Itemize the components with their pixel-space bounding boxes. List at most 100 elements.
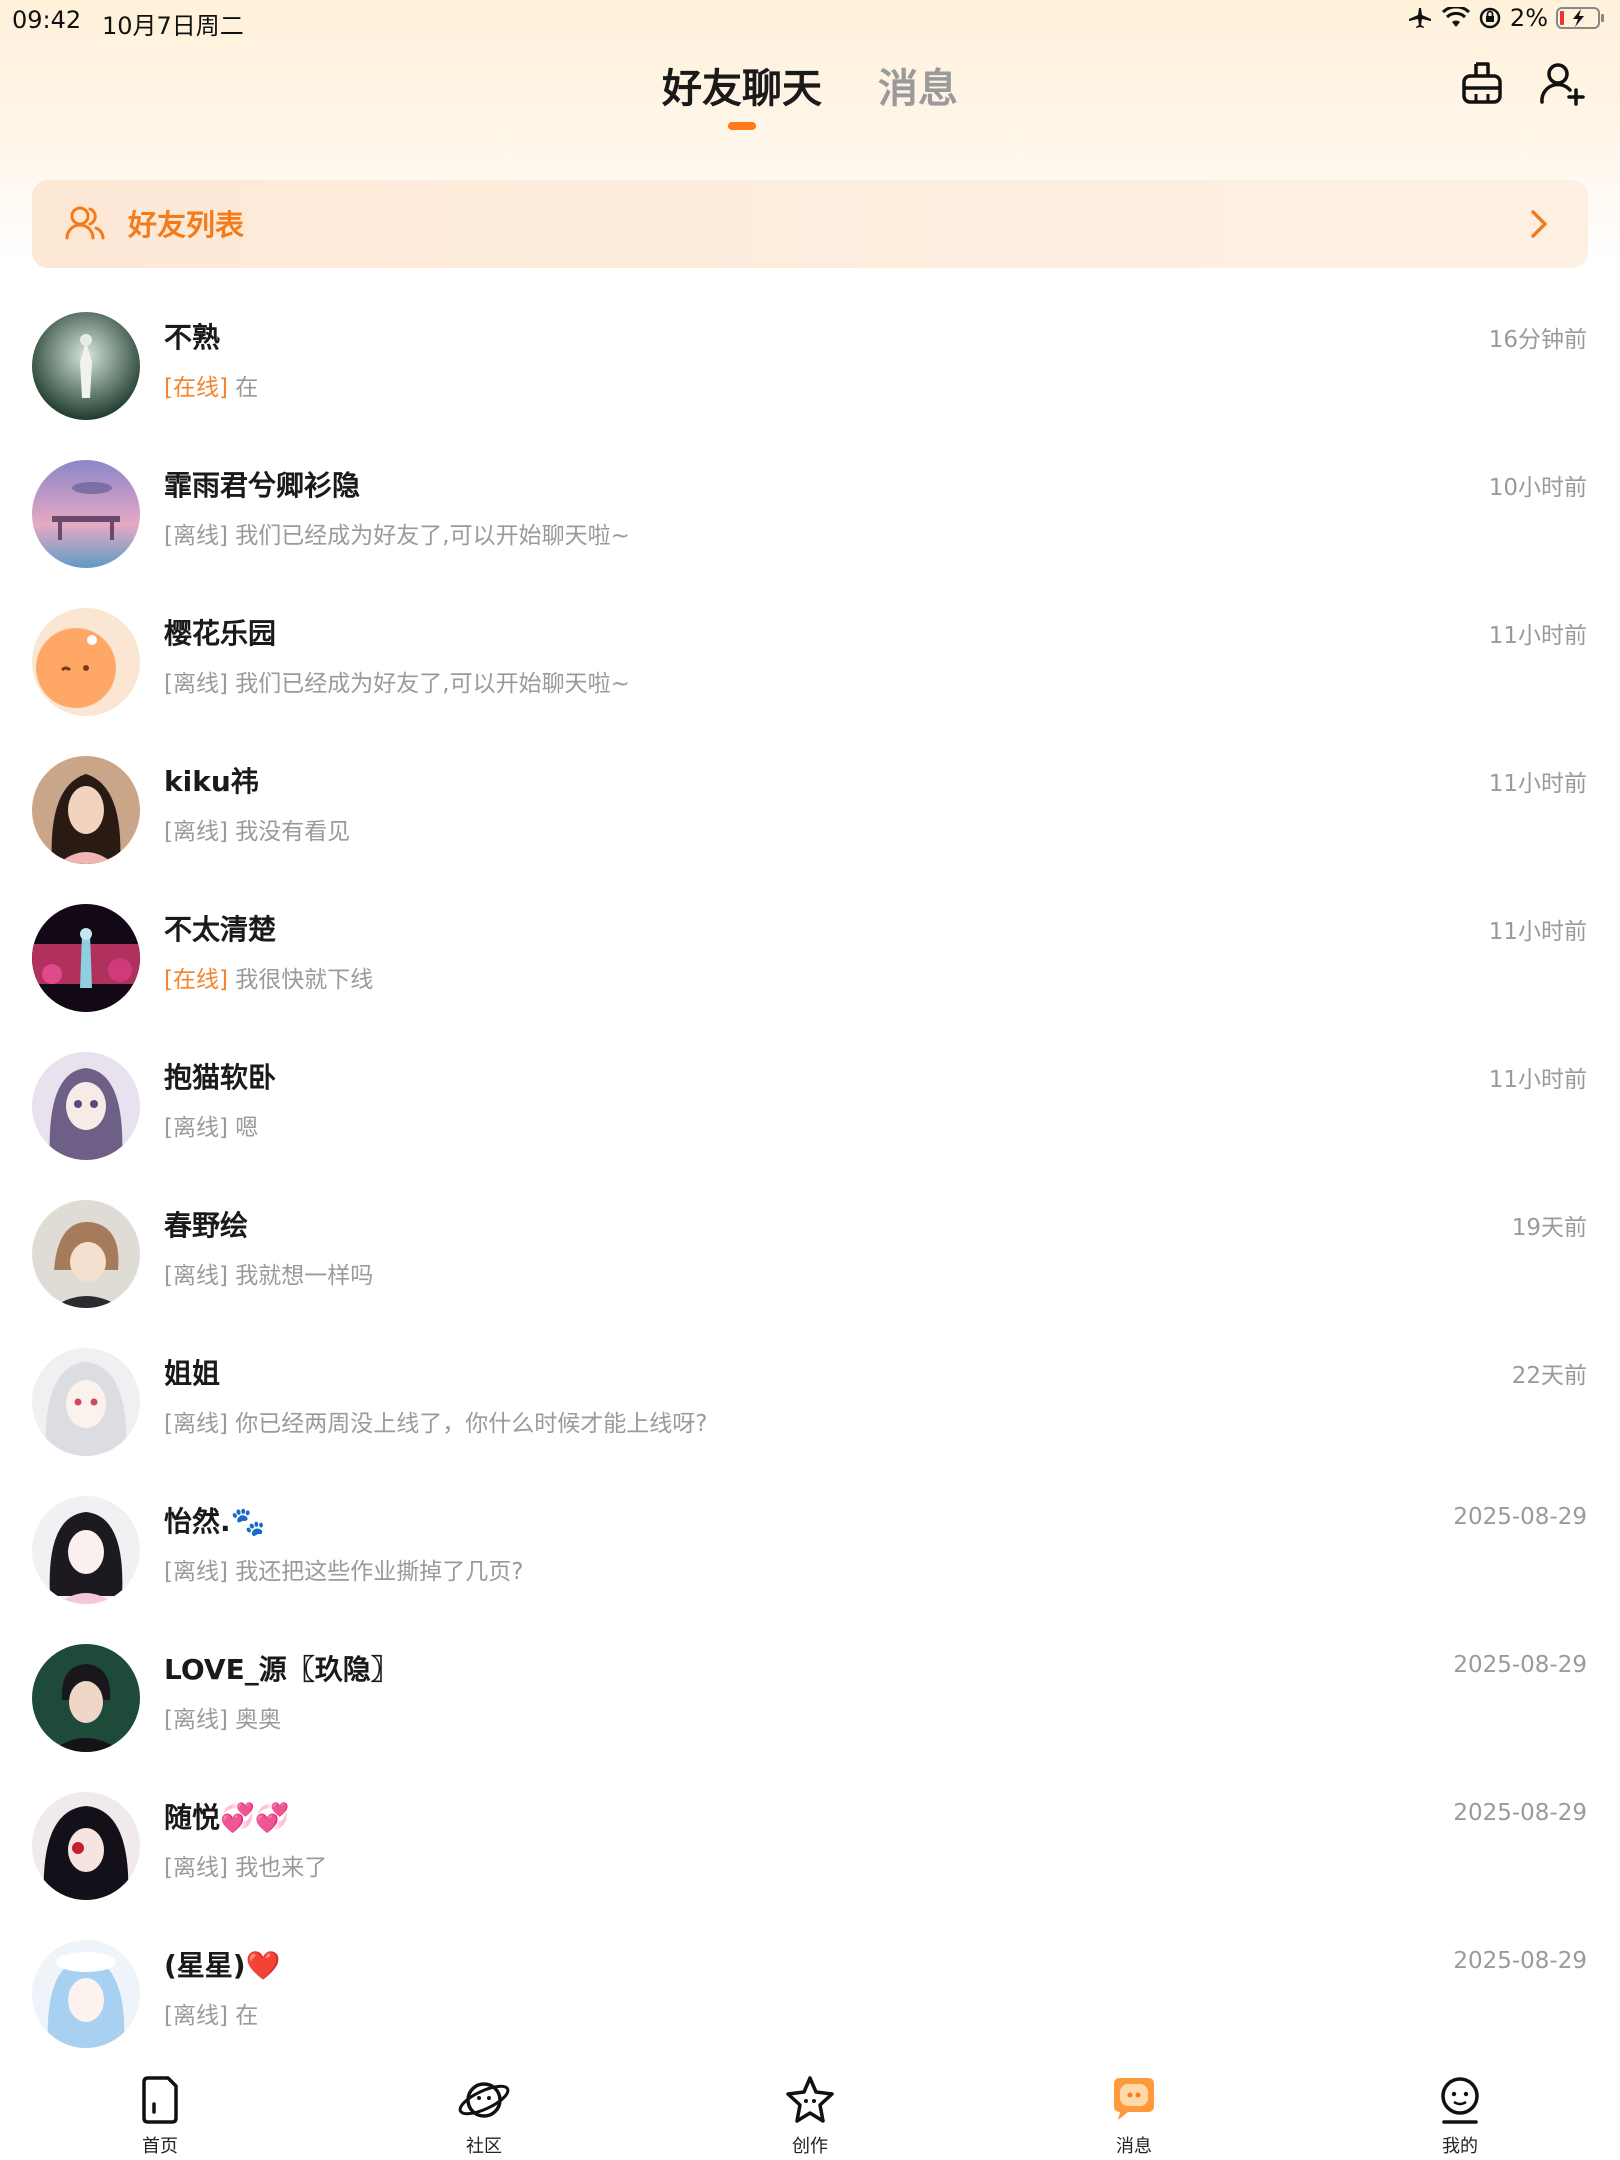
battery-percent: 2% <box>1509 4 1548 32</box>
chat-item[interactable]: 春野绘 19天前 [离线] 我就想一样吗 <box>0 1188 1620 1336</box>
chat-preview: [在线] 在 <box>164 368 258 402</box>
online-status: [在线] <box>164 375 228 401</box>
star-create-icon <box>786 2076 834 2123</box>
chat-preview: [在线] 我很快就下线 <box>164 960 373 994</box>
chat-time: 2025-08-29 <box>1453 1504 1587 1530</box>
friend-list-button[interactable]: 好友列表 <box>32 180 1588 268</box>
chat-name: 春野绘 <box>164 1209 249 1242</box>
offline-status: [离线] <box>164 1855 228 1881</box>
chat-time: 11小时前 <box>1488 919 1587 945</box>
chat-preview: [离线] 我们已经成为好友了,可以开始聊天啦~ <box>164 664 630 698</box>
avatar[interactable] <box>32 1348 140 1456</box>
planet-icon <box>458 2082 510 2118</box>
chat-item[interactable]: (星星)❤️ 2025-08-29 [离线] 在 <box>0 1928 1620 2076</box>
chat-name: 不太清楚 <box>164 913 277 946</box>
clean-icon[interactable] <box>1456 58 1508 110</box>
last-message: 我们已经成为好友了,可以开始聊天啦~ <box>235 671 630 697</box>
offline-status: [离线] <box>164 2003 228 2029</box>
bottom-navigation: 首页 社区 创作 消息 我的 <box>0 2060 1620 2160</box>
avatar[interactable] <box>32 608 140 716</box>
offline-status: [离线] <box>164 1115 228 1141</box>
wifi-icon <box>1441 7 1470 27</box>
chat-time: 2025-08-29 <box>1453 1948 1587 1974</box>
chat-preview: [离线] 你已经两周没上线了，你什么时候才能上线呀? <box>164 1404 707 1438</box>
add-friend-icon[interactable] <box>1536 58 1588 110</box>
avatar[interactable] <box>32 1792 140 1900</box>
last-message: 奥奥 <box>235 1707 282 1733</box>
last-message: 在 <box>235 375 259 401</box>
chat-time: 10小时前 <box>1488 475 1587 501</box>
chat-name: (星星)❤️ <box>164 1949 281 1982</box>
chat-name: 不熟 <box>164 321 221 354</box>
online-status: [在线] <box>164 967 228 993</box>
chat-time: 16分钟前 <box>1488 327 1587 353</box>
status-icons: 2% <box>1408 4 1606 32</box>
chat-time: 11小时前 <box>1488 1067 1587 1093</box>
chat-list: 不熟 16分钟前 [在线] 在 霏雨君兮卿衫隐 10小时前 [离线] 我们已经成… <box>0 300 1620 2076</box>
chat-item[interactable]: LOVE_源〖玖隐〗 2025-08-29 [离线] 奥奥 <box>0 1632 1620 1780</box>
offline-status: [离线] <box>164 523 228 549</box>
active-tab-indicator <box>728 122 756 130</box>
chat-item[interactable]: 抱猫软卧 11小时前 [离线] 嗯 <box>0 1040 1620 1188</box>
tab-messages[interactable]: 消息 <box>878 56 958 114</box>
chat-name: 怡然.🐾 <box>164 1505 266 1538</box>
chat-item[interactable]: 姐姐 22天前 [离线] 你已经两周没上线了，你什么时候才能上线呀? <box>0 1336 1620 1484</box>
offline-status: [离线] <box>164 1707 228 1733</box>
chat-preview: [离线] 我还把这些作业撕掉了几页? <box>164 1552 523 1586</box>
offline-status: [离线] <box>164 1559 228 1585</box>
chat-name: 樱花乐园 <box>164 617 277 650</box>
offline-status: [离线] <box>164 1263 228 1289</box>
tab-friend-chat[interactable]: 好友聊天 <box>662 56 822 114</box>
last-message: 我还把这些作业撕掉了几页? <box>235 1559 524 1585</box>
status-time: 09:42 <box>12 6 82 34</box>
avatar[interactable] <box>32 1644 140 1752</box>
avatar[interactable] <box>32 1200 140 1308</box>
nav-messages[interactable]: 消息 <box>1074 2074 1194 2158</box>
chat-item[interactable]: 不熟 16分钟前 [在线] 在 <box>0 300 1620 448</box>
chat-name: kiku祎 <box>164 765 259 798</box>
chat-time: 11小时前 <box>1488 771 1587 797</box>
chat-item[interactable]: kiku祎 11小时前 [离线] 我没有看见 <box>0 744 1620 892</box>
top-header: 好友聊天 消息 <box>0 40 1620 140</box>
friend-list-label: 好友列表 <box>128 208 245 242</box>
avatar[interactable] <box>32 1940 140 2048</box>
chat-time: 22天前 <box>1511 1363 1587 1389</box>
profile-icon <box>1441 2077 1479 2124</box>
avatar[interactable] <box>32 904 140 1012</box>
nav-create-label: 创作 <box>792 2136 828 2157</box>
nav-home[interactable]: 首页 <box>100 2074 220 2158</box>
nav-community[interactable]: 社区 <box>424 2074 544 2158</box>
last-message: 我也来了 <box>235 1855 328 1881</box>
last-message: 我们已经成为好友了,可以开始聊天啦~ <box>235 523 630 549</box>
chat-name: 抱猫软卧 <box>164 1061 277 1094</box>
status-date: 10月7日周二 <box>102 12 244 40</box>
chat-item[interactable]: 怡然.🐾 2025-08-29 [离线] 我还把这些作业撕掉了几页? <box>0 1484 1620 1632</box>
chat-time: 19天前 <box>1511 1215 1587 1241</box>
chat-name: 姐姐 <box>164 1357 221 1390</box>
home-icon <box>142 2076 178 2124</box>
status-bar: 09:42 10月7日周二 2% <box>0 0 1620 40</box>
last-message: 我就想一样吗 <box>235 1263 374 1289</box>
chat-time: 2025-08-29 <box>1453 1652 1587 1678</box>
nav-profile[interactable]: 我的 <box>1400 2074 1520 2158</box>
chat-item[interactable]: 不太清楚 11小时前 [在线] 我很快就下线 <box>0 892 1620 1040</box>
battery-charging-icon <box>1556 7 1604 29</box>
message-icon <box>1114 2078 1154 2120</box>
nav-home-label: 首页 <box>142 2136 178 2157</box>
avatar[interactable] <box>32 1496 140 1604</box>
last-message: 嗯 <box>235 1115 259 1141</box>
last-message: 在 <box>235 2003 259 2029</box>
avatar[interactable] <box>32 460 140 568</box>
chat-item[interactable]: 随悦💞💞 2025-08-29 [离线] 我也来了 <box>0 1780 1620 1928</box>
nav-create[interactable]: 创作 <box>750 2074 870 2158</box>
nav-community-label: 社区 <box>466 2136 502 2157</box>
chat-name: LOVE_源〖玖隐〗 <box>164 1653 399 1686</box>
chat-item[interactable]: 霏雨君兮卿衫隐 10小时前 [离线] 我们已经成为好友了,可以开始聊天啦~ <box>0 448 1620 596</box>
chat-preview: [离线] 我没有看见 <box>164 812 350 846</box>
avatar[interactable] <box>32 756 140 864</box>
avatar[interactable] <box>32 1052 140 1160</box>
chat-item[interactable]: 樱花乐园 11小时前 [离线] 我们已经成为好友了,可以开始聊天啦~ <box>0 596 1620 744</box>
last-message: 你已经两周没上线了，你什么时候才能上线呀? <box>235 1411 708 1437</box>
offline-status: [离线] <box>164 1411 228 1437</box>
avatar[interactable] <box>32 312 140 420</box>
